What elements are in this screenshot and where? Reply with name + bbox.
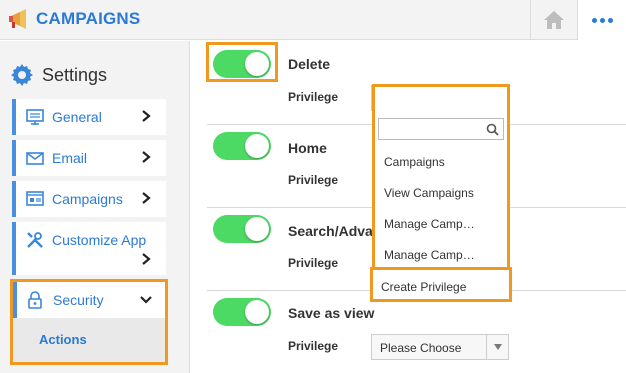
chevron-right-icon <box>142 253 151 265</box>
more-dot <box>607 17 613 23</box>
search-advanced-toggle[interactable] <box>213 215 271 243</box>
more-dot <box>599 17 605 23</box>
settings-header: Settings <box>10 63 107 87</box>
toggle-knob <box>245 52 269 76</box>
more-dots-icon <box>591 17 597 23</box>
settings-sidebar: Settings General Email Campaigns Customi… <box>0 41 190 373</box>
delete-toggle[interactable] <box>213 50 271 78</box>
chevron-down-icon <box>140 296 152 304</box>
sidebar-item-label: Security <box>53 292 104 308</box>
privilege-label: Privilege <box>288 173 339 187</box>
dropdown-option[interactable]: Campaigns <box>384 155 445 169</box>
dropdown-option[interactable]: Manage Camp… <box>384 248 475 262</box>
dropdown-option[interactable]: View Campaigns <box>384 186 474 200</box>
sidebar-item-email[interactable]: Email <box>12 140 166 176</box>
select-value: Please Choose <box>380 341 462 355</box>
save-as-view-privilege-select[interactable]: Please Choose <box>371 334 509 360</box>
gear-icon <box>11 64 33 86</box>
home-button[interactable] <box>530 0 576 40</box>
toggle-knob <box>245 134 269 158</box>
sidebar-subitem-actions[interactable]: Actions <box>39 332 87 347</box>
dropdown-arrow-icon <box>486 335 508 359</box>
chevron-right-icon <box>142 110 151 122</box>
chevron-right-icon <box>142 151 151 163</box>
more-options-button[interactable] <box>577 0 626 40</box>
search-icon <box>486 123 499 136</box>
create-privilege-option[interactable]: Create Privilege <box>370 267 512 302</box>
dropdown-search-input[interactable] <box>378 118 504 140</box>
create-privilege-label: Create Privilege <box>381 280 467 294</box>
row-title-save-as-view: Save as view <box>288 305 375 321</box>
monitor-icon <box>26 109 44 125</box>
sidebar-item-customize-app[interactable]: Customize App <box>12 222 166 275</box>
sidebar-item-label: Campaigns <box>52 191 123 207</box>
toggle-knob <box>245 217 269 241</box>
dropdown-option[interactable]: Manage Camp… <box>384 217 475 231</box>
sidebar-item-label: Customize App <box>52 232 147 248</box>
sidebar-item-general[interactable]: General <box>12 99 166 135</box>
sidebar-item-label: General <box>52 109 102 125</box>
top-bar: CAMPAIGNS <box>0 0 626 40</box>
row-title-search-advanced: Search/Adva <box>288 223 373 239</box>
save-as-view-toggle[interactable] <box>213 298 271 326</box>
home-icon <box>543 11 564 29</box>
chevron-right-icon <box>142 192 151 204</box>
privilege-label: Privilege <box>288 339 339 353</box>
toggle-knob <box>245 300 269 324</box>
sidebar-item-campaigns[interactable]: Campaigns <box>12 181 166 217</box>
lock-icon <box>28 291 42 309</box>
sidebar-item-security[interactable]: Security <box>13 282 165 318</box>
settings-title: Settings <box>42 64 108 85</box>
tools-icon <box>27 232 43 248</box>
row-title-delete: Delete <box>288 56 331 72</box>
megaphone-icon <box>9 9 26 29</box>
privilege-label: Privilege <box>288 90 339 104</box>
row-title-home: Home <box>288 140 327 156</box>
app-brand[interactable]: CAMPAIGNS <box>8 6 140 32</box>
privilege-dropdown-menu: Campaigns View Campaigns Manage Camp… Ma… <box>372 84 510 270</box>
security-section: Security Actions <box>10 279 168 365</box>
envelope-icon <box>26 152 44 165</box>
privilege-label: Privilege <box>288 256 339 270</box>
sidebar-item-label: Email <box>52 150 88 166</box>
home-toggle[interactable] <box>213 132 271 160</box>
campaign-list-icon <box>26 191 44 206</box>
app-title: CAMPAIGNS <box>36 9 141 28</box>
